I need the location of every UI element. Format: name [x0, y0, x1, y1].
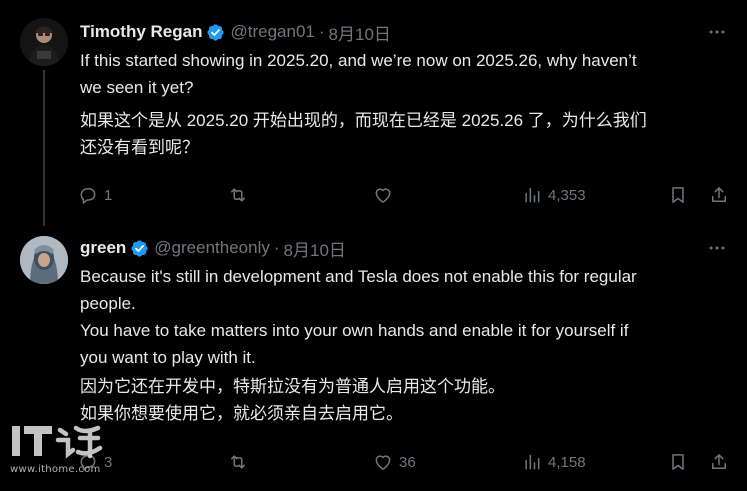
separator-dot: · — [318, 22, 325, 41]
reply-button[interactable]: 1 — [78, 183, 112, 207]
views-chart-icon — [525, 454, 540, 470]
text-line: people. — [80, 294, 136, 313]
views-button[interactable]: 4,158 — [522, 450, 586, 474]
ithome-logo — [12, 425, 103, 459]
views-button[interactable]: 4,353 — [522, 183, 586, 207]
repost-button[interactable] — [228, 450, 248, 474]
tweet-date[interactable]: 8月10日 — [284, 236, 346, 261]
text-line: we seen it yet? — [80, 78, 194, 97]
text-line: 还没有看到呢？ — [80, 138, 199, 157]
tweet-actions: 3 36 4,158 — [78, 450, 733, 474]
more-options-button[interactable] — [707, 19, 727, 45]
reply-count: 1 — [104, 186, 113, 204]
tweet-date[interactable]: 8月10日 — [329, 20, 391, 45]
reply-icon — [80, 188, 96, 204]
repost-icon — [231, 188, 245, 202]
tweet-timothy-regan: Timothy Regan @tregan01 · 8月10日 If this … — [0, 0, 747, 226]
share-button[interactable] — [709, 183, 729, 207]
avatar[interactable] — [20, 18, 68, 66]
avatar[interactable] — [20, 236, 68, 284]
like-button[interactable]: 36 — [373, 450, 416, 474]
tweet-text-english: Because it's still in development and Te… — [80, 263, 730, 371]
text-line: 如果这个是从 2025.20 开始出现的，而现在已经是 2025.26 了，为什… — [80, 111, 647, 130]
tweet-text-chinese: 如果这个是从 2025.20 开始出现的，而现在已经是 2025.26 了，为什… — [80, 107, 730, 161]
heart-icon — [375, 188, 391, 203]
tweet-text-chinese: 因为它还在开发中，特斯拉没有为普通人启用这个功能。 如果你想要使用它，就必须亲自… — [80, 373, 730, 427]
verified-badge-icon — [207, 23, 225, 41]
text-line: You have to take matters into your own h… — [80, 321, 629, 340]
like-button[interactable] — [373, 183, 393, 207]
text-line: Because it's still in development and Te… — [80, 267, 637, 286]
like-count: 36 — [399, 453, 416, 471]
views-count: 4,353 — [548, 186, 586, 204]
text-line: 如果你想要使用它，就必须亲自去启用它。 — [80, 404, 403, 423]
share-button[interactable] — [709, 450, 729, 474]
bookmark-icon — [672, 454, 684, 470]
avatar-image — [20, 18, 68, 66]
bookmark-button[interactable] — [668, 450, 688, 474]
ithome-watermark: www.ithome.com — [10, 420, 120, 488]
avatar-image — [20, 236, 68, 284]
repost-button[interactable] — [228, 183, 248, 207]
more-horizontal-icon — [709, 30, 725, 34]
more-options-button[interactable] — [707, 235, 727, 261]
text-line: If this started showing in 2025.20, and … — [80, 51, 637, 70]
repost-icon — [231, 455, 245, 469]
text-line: you want to play with it. — [80, 348, 256, 367]
author-display-name[interactable]: green — [80, 238, 126, 258]
views-count: 4,158 — [548, 453, 586, 471]
tweet-header: green @greentheonly · 8月10日 — [80, 235, 727, 261]
share-icon — [712, 454, 726, 469]
views-chart-icon — [525, 187, 540, 203]
text-line: 因为它还在开发中，特斯拉没有为普通人启用这个功能。 — [80, 377, 505, 396]
heart-icon — [375, 455, 391, 470]
share-icon — [712, 187, 726, 202]
bookmark-button[interactable] — [668, 183, 688, 207]
verified-badge-icon — [131, 239, 148, 257]
author-display-name[interactable]: Timothy Regan — [80, 22, 202, 42]
separator-dot: · — [273, 238, 280, 257]
tweet-header: Timothy Regan @tregan01 · 8月10日 — [80, 19, 727, 45]
more-horizontal-icon — [709, 246, 725, 250]
bookmark-icon — [672, 187, 684, 203]
tweet-actions: 1 4,353 — [78, 183, 733, 207]
watermark-url: www.ithome.com — [10, 464, 101, 475]
author-handle[interactable]: @tregan01 — [230, 22, 314, 42]
tweet-text-english: If this started showing in 2025.20, and … — [80, 47, 730, 101]
author-handle[interactable]: @greentheonly — [154, 238, 270, 258]
